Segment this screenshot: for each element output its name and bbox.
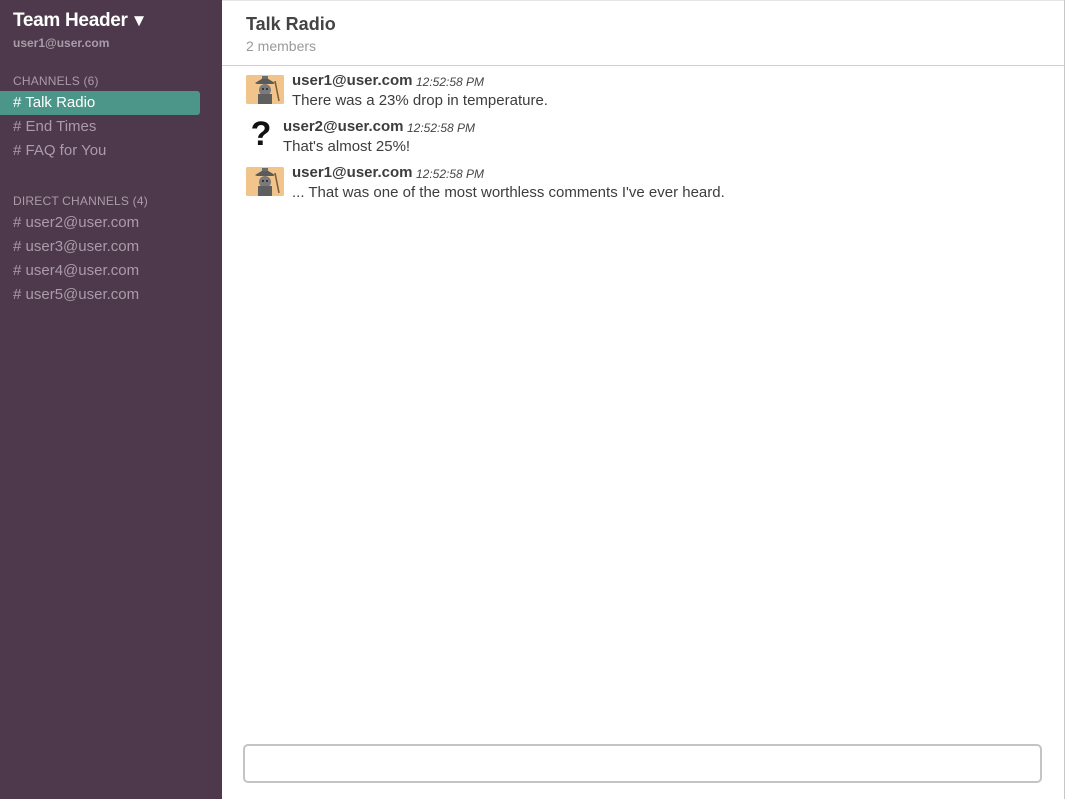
user-photo-icon[interactable]	[246, 75, 284, 104]
question-mark-icon[interactable]: ?	[248, 117, 274, 151]
team-name: Team Header	[13, 10, 128, 31]
message-timestamp: 12:52:58 PM	[407, 121, 476, 135]
channel-header: Talk Radio 2 members	[222, 0, 1064, 66]
current-user-email: user1@user.com	[13, 36, 110, 50]
caret-down-icon: ▼	[130, 11, 148, 30]
direct-item-user3[interactable]: # user3@user.com	[0, 235, 200, 259]
message-timestamp: 12:52:58 PM	[416, 167, 485, 181]
channels-section-label[interactable]: CHANNELS (6)	[13, 74, 99, 88]
direct-item-user2[interactable]: # user2@user.com	[0, 211, 200, 235]
message-input[interactable]	[243, 744, 1042, 783]
direct-item-user4[interactable]: # user4@user.com	[0, 259, 200, 283]
channel-title: Talk Radio	[246, 14, 336, 34]
message-timestamp: 12:52:58 PM	[416, 75, 485, 89]
message-author[interactable]: user2@user.com	[283, 118, 404, 135]
channel-item-end-times[interactable]: # End Times	[0, 115, 200, 139]
team-header[interactable]: Team Header ▼	[13, 10, 147, 32]
sidebar: Team Header ▼ user1@user.com CHANNELS (6)…	[0, 0, 222, 799]
channel-item-talk-radio[interactable]: # Talk Radio	[0, 91, 200, 115]
message-text: There was a 23% drop in temperature.	[292, 92, 548, 109]
message-text: ... That was one of the most worthless c…	[292, 184, 725, 201]
message-author[interactable]: user1@user.com	[292, 164, 413, 181]
channel-item-faq-for-you[interactable]: # FAQ for You	[0, 139, 200, 163]
chat-app: Team Header ▼ user1@user.com CHANNELS (6)…	[0, 0, 1065, 799]
direct-channels-section-label[interactable]: DIRECT CHANNELS (4)	[13, 194, 148, 208]
channel-member-count: 2 members	[246, 38, 317, 54]
message-author[interactable]: user1@user.com	[292, 72, 413, 89]
main-panel: Talk Radio 2 members user1@user.com 12:5…	[222, 0, 1065, 799]
message-text: That's almost 25%!	[283, 138, 411, 155]
direct-item-user5[interactable]: # user5@user.com	[0, 283, 200, 307]
user-photo-icon[interactable]	[246, 167, 284, 196]
